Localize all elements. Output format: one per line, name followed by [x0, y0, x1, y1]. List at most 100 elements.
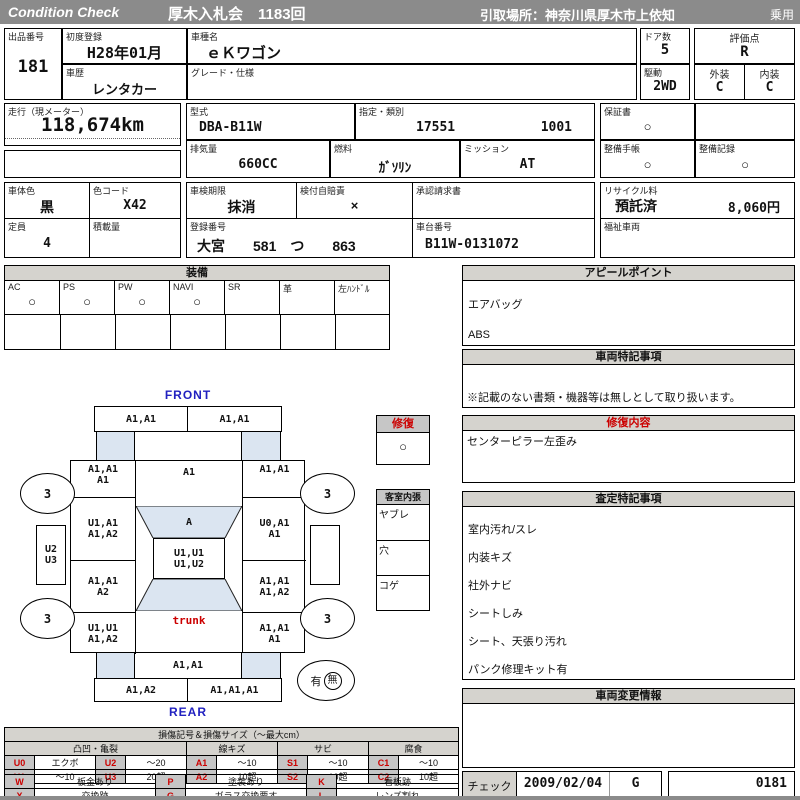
exterior-grade-label: 外装 [709, 70, 730, 81]
front-bumper: A1,A1 A1,A1 [94, 406, 282, 432]
maintenance-book-label: 整備手帳 [604, 144, 641, 154]
door-front-right-code: U0,A1 A1 [242, 498, 306, 561]
legend-group-dent: 凸凹・亀裂 [4, 741, 187, 756]
model-name-value: ｅＫワゴン [206, 45, 282, 62]
header-bar: Condition Check 厚木入札会 1183回 引取場所：神奈川県厚木市… [0, 0, 800, 24]
registration-number-value: 大宮 581 つ 863 [197, 238, 356, 254]
maintenance-record-box: 整備記録 ○ [695, 140, 795, 178]
appeal-body: エアバッグ ABS ETC バックカメラ付き [462, 280, 795, 401]
legend-value: 〜10 [216, 755, 278, 770]
vehicle-notes-body: ※記載のない書類・機器等は無しとして取り扱います。 [462, 364, 795, 408]
inspection-box: 車検期限 抹消 [186, 182, 297, 219]
model-code-value: DBA-B11W [199, 120, 262, 135]
load-capacity-box: 積載量 [89, 218, 181, 258]
load-capacity-label: 積載量 [93, 222, 121, 232]
repair-mark-box: 修復 ○ [376, 415, 430, 465]
welfare-vehicle-box: 福祉車両 [600, 218, 795, 258]
repair-detail-line: センターピラー左歪み [467, 436, 577, 448]
legend-code: A1 [186, 755, 217, 770]
fuel-box: 燃料 ｶﾞｿﾘﾝ [330, 140, 460, 178]
lot-number-box: 出品番号 181 [4, 28, 62, 100]
equipment-cell-leather: 革 [279, 280, 335, 315]
class-label: 指定・類別 [359, 107, 405, 117]
mark-value: 看板跡 [336, 774, 459, 789]
drive-box: 駆動 2WD [640, 64, 690, 100]
insurance-value: × [350, 198, 359, 213]
body-color-box: 車体色 黒 [4, 182, 90, 219]
registration-number-box: 登録番号 大宮 581 つ 863 [186, 218, 413, 258]
front-bumper-right-code: A1,A1 [219, 413, 250, 425]
rear-panel-code: A1,A1 [172, 660, 204, 671]
equipment-title: 装備 [4, 265, 390, 281]
approval-request-box: 承認請求書 [412, 182, 595, 219]
cabin-interior-box: 客室内張 ヤブレ 穴 コゲ [376, 489, 430, 611]
equipment-value-ac: ○ [28, 294, 36, 309]
rear-pillar-left [96, 653, 135, 678]
doors-value: 5 [660, 42, 670, 58]
equipment-value-navi: ○ [193, 294, 201, 309]
mileage-value: 118,674km [5, 114, 180, 139]
legend-value: 〜10 [307, 755, 369, 770]
quarter-left-code: U1,U1 A1,A2 [71, 613, 136, 654]
body-color-value: 黒 [40, 199, 54, 215]
bottom-edge [0, 796, 800, 800]
legend-value: 〜20 [125, 755, 187, 770]
change-info-body [462, 703, 795, 768]
lot-number-value: 181 [17, 57, 49, 77]
assessment-line: シートしみ [468, 608, 523, 620]
class-value-1: 17551 [416, 120, 456, 135]
welfare-vehicle-label: 福祉車両 [604, 222, 641, 232]
color-code-box: 色コード X42 [89, 182, 181, 219]
appeal-line: エアバッグ [468, 299, 523, 311]
appeal-line: ABS [468, 329, 491, 341]
transmission-value: AT [519, 157, 536, 172]
doors-box: ドア数 5 [640, 28, 690, 64]
equipment-label-ac: AC [8, 282, 21, 292]
score-value: R [740, 44, 749, 60]
warranty-label: 保証書 [604, 107, 632, 117]
spare-tire-mark: 有 無 [297, 660, 355, 701]
exterior-grade-box: 外装 C [694, 64, 745, 100]
repair-detail-body: センターピラー左歪み [462, 430, 795, 483]
chassis-number-box: 車台番号 B11W-0131072 [412, 218, 595, 258]
score-box: 評価点 R [694, 28, 795, 64]
model-code-label: 型式 [190, 107, 209, 117]
class-value-2: 1001 [540, 120, 572, 135]
maintenance-record-value: ○ [741, 157, 749, 172]
exterior-grade-value: C [715, 80, 724, 95]
repair-mark-value: ○ [399, 439, 407, 454]
body-color-label: 車体色 [8, 186, 36, 196]
rear-bumper: A1,A2 A1,A1,A1 [94, 678, 282, 702]
equipment-cell-lhd: 左ﾊﾝﾄﾞﾙ [334, 280, 390, 315]
cabin-interior-row-burn: コゲ [377, 575, 429, 611]
drive-value: 2WD [653, 79, 677, 94]
first-registration-value: H28年01月 [86, 44, 163, 62]
inspection-label: 車検期限 [190, 186, 227, 196]
inspection-value: 抹消 [227, 199, 256, 215]
equipment-cell-pw: PW ○ [114, 280, 170, 315]
displacement-label: 排気量 [190, 144, 218, 154]
first-registration-box: 初度登録 H28年01月 [62, 28, 187, 64]
assessment-line: 社外ナビ [468, 580, 512, 592]
insurance-box: 検付自賠責 × [296, 182, 413, 219]
check-main-cell: 2009/02/04 G [516, 771, 662, 797]
damage-legend: 損傷記号＆損傷サイズ（〜最大cm） 凸凹・亀裂 線キズ サビ 腐食 U0 エクボ… [3, 727, 460, 784]
mileage-box: 走行（現メーター） 118,674km [4, 103, 181, 146]
car-history-label: 車歴 [66, 68, 85, 78]
drive-label: 駆動 [644, 68, 663, 78]
mark-code: K [306, 774, 337, 789]
vehicle-notes-note: ※記載のない書類・機器等は無しとして取り扱います。 [467, 392, 741, 404]
equipment-value-ps: ○ [83, 294, 91, 309]
grade-box: グレード・仕様 [187, 64, 637, 100]
rear-bumper-right-code: A1,A1,A1 [210, 684, 259, 696]
rear-bumper-left-code: A1,A2 [95, 679, 188, 701]
equipment-value-pw: ○ [138, 294, 146, 309]
legend-code: C1 [368, 755, 399, 770]
registration-number-label: 登録番号 [190, 222, 227, 232]
hood-code: A1 [182, 467, 196, 478]
transmission-label: ミッション [464, 144, 510, 154]
brand-logo: Condition Check [8, 4, 120, 20]
legend-code: S1 [277, 755, 308, 770]
check-label-cell: チェック [462, 771, 517, 797]
assessment-title: 査定特記事項 [462, 491, 795, 507]
